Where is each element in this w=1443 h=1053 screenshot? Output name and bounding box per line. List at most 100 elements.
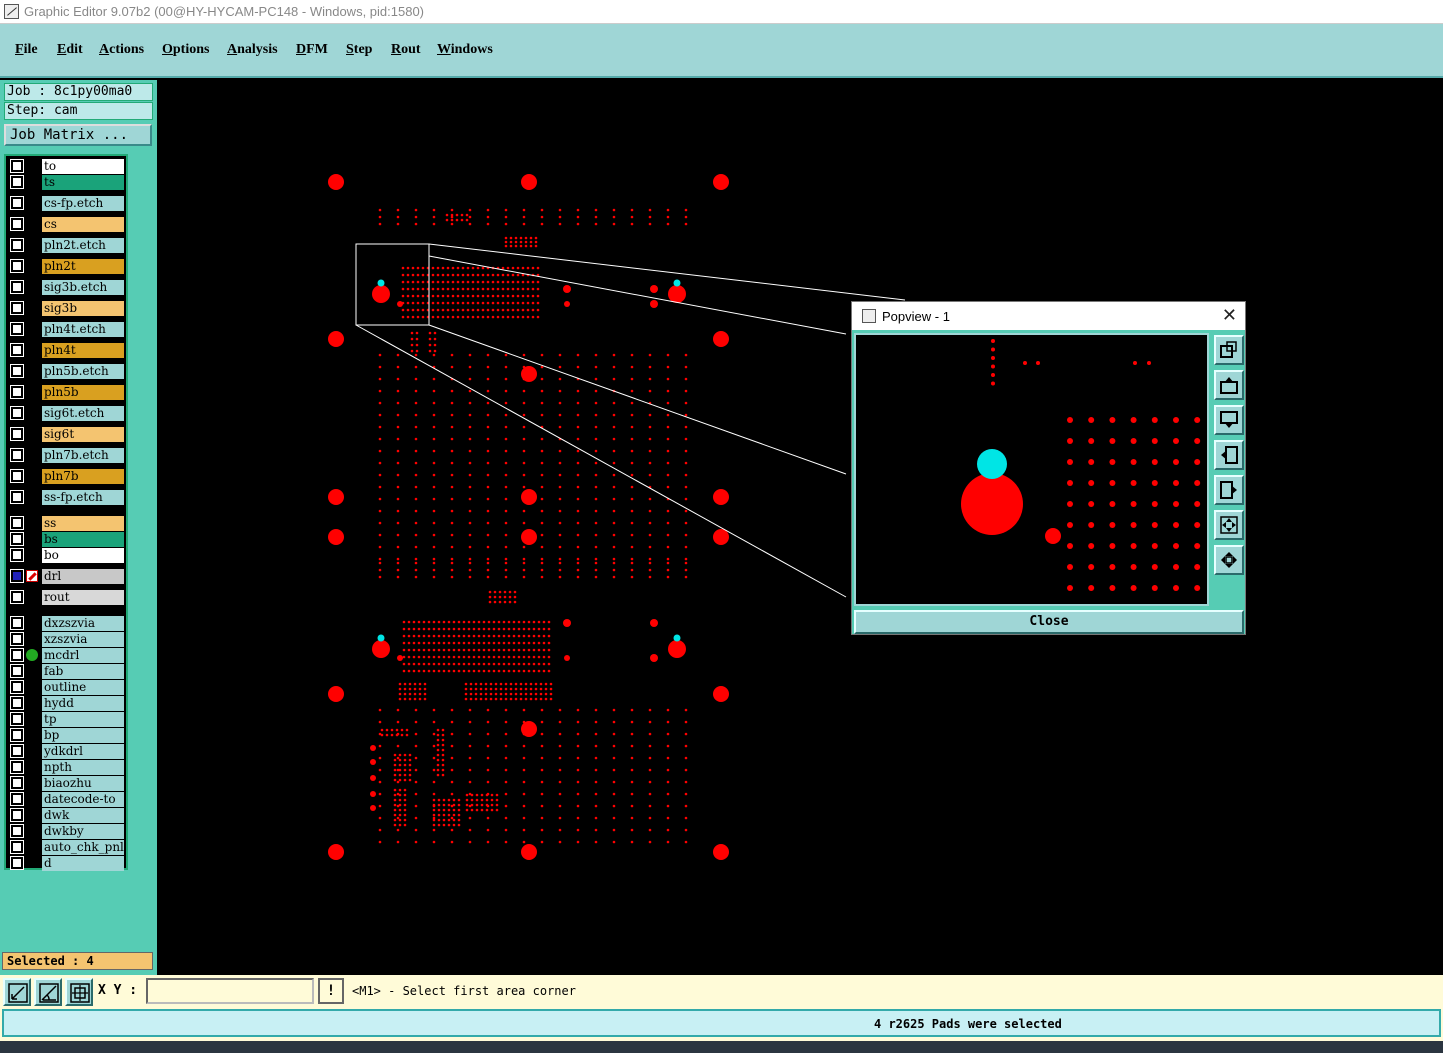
layer-row-pln7b[interactable]: pln7b xyxy=(6,469,126,484)
layer-name[interactable]: pln5b xyxy=(42,385,124,400)
layer-checkbox[interactable] xyxy=(11,302,23,314)
layer-name[interactable]: ydkdrl xyxy=(42,744,124,759)
layer-name[interactable]: auto_chk_pnl xyxy=(42,840,124,855)
layer-name[interactable]: dwkby xyxy=(42,824,124,839)
layer-name[interactable]: dxzszvia xyxy=(42,616,124,631)
layer-name[interactable]: biaozhu xyxy=(42,776,124,791)
layer-checkbox[interactable] xyxy=(11,649,23,661)
layer-checkbox[interactable] xyxy=(11,176,23,188)
layer-name[interactable]: sig3b.etch xyxy=(42,280,124,295)
layer-checkbox[interactable] xyxy=(11,260,23,272)
layer-checkbox[interactable] xyxy=(11,745,23,757)
layer-name[interactable]: sig6t xyxy=(42,427,124,442)
layer-row-rout[interactable]: rout xyxy=(6,590,126,605)
layer-row-hydd[interactable]: hydd xyxy=(6,696,126,711)
zoom-window-button[interactable] xyxy=(3,978,31,1006)
layer-row-xzszvia[interactable]: xzszvia xyxy=(6,632,126,647)
layer-checkbox[interactable] xyxy=(11,809,23,821)
layer-row-to[interactable]: to xyxy=(6,159,126,174)
layer-row-sig3b[interactable]: sig3b xyxy=(6,301,126,316)
layer-checkbox[interactable] xyxy=(11,160,23,172)
layer-name[interactable]: sig6t.etch xyxy=(42,406,124,421)
pan-up-button[interactable] xyxy=(1214,370,1244,400)
menu-dfm[interactable]: DFM xyxy=(296,42,328,58)
layer-checkbox[interactable] xyxy=(11,323,23,335)
layer-row-pln4t[interactable]: pln4t xyxy=(6,343,126,358)
layer-checkbox[interactable] xyxy=(11,570,23,582)
layer-checkbox[interactable] xyxy=(11,713,23,725)
measure-button[interactable] xyxy=(34,978,62,1006)
layer-checkbox[interactable] xyxy=(11,239,23,251)
popview-close-button[interactable]: Close xyxy=(854,610,1244,634)
layer-row-cs-fp.etch[interactable]: cs-fp.etch xyxy=(6,196,126,211)
layer-checkbox[interactable] xyxy=(11,386,23,398)
layer-row-pln5b.etch[interactable]: pln5b.etch xyxy=(6,364,126,379)
layer-row-sig6t[interactable]: sig6t xyxy=(6,427,126,442)
layer-checkbox[interactable] xyxy=(11,533,23,545)
layer-row-pln2t[interactable]: pln2t xyxy=(6,259,126,274)
layer-row-drl[interactable]: drl xyxy=(6,569,126,584)
layer-checkbox[interactable] xyxy=(11,633,23,645)
layer-row-biaozhu[interactable]: biaozhu xyxy=(6,776,126,791)
layer-checkbox[interactable] xyxy=(11,407,23,419)
bang-button[interactable]: ! xyxy=(318,978,344,1004)
layer-row-pln5b[interactable]: pln5b xyxy=(6,385,126,400)
layer-row-pln4t.etch[interactable]: pln4t.etch xyxy=(6,322,126,337)
layer-row-fab[interactable]: fab xyxy=(6,664,126,679)
board-view[interactable] xyxy=(157,80,1443,975)
menu-rout[interactable]: Rout xyxy=(391,42,421,58)
layer-name[interactable]: hydd xyxy=(42,696,124,711)
layer-name[interactable]: pln4t.etch xyxy=(42,322,124,337)
layer-checkbox[interactable] xyxy=(11,449,23,461)
layer-name[interactable]: bs xyxy=(42,532,124,547)
layer-name[interactable]: sig3b xyxy=(42,301,124,316)
layer-name[interactable]: pln7b xyxy=(42,469,124,484)
layer-row-bo[interactable]: bo xyxy=(6,548,126,563)
layer-row-cs[interactable]: cs xyxy=(6,217,126,232)
layer-row-datecode-to[interactable]: datecode-to xyxy=(6,792,126,807)
layer-checkbox[interactable] xyxy=(11,197,23,209)
layer-name[interactable]: bo xyxy=(42,548,124,563)
layer-name[interactable]: to xyxy=(42,159,124,174)
layer-row-ss-fp.etch[interactable]: ss-fp.etch xyxy=(6,490,126,505)
layer-row-sig3b.etch[interactable]: sig3b.etch xyxy=(6,280,126,295)
layer-row-pln7b.etch[interactable]: pln7b.etch xyxy=(6,448,126,463)
pan-down-button[interactable] xyxy=(1214,405,1244,435)
layer-checkbox[interactable] xyxy=(11,761,23,773)
menu-step[interactable]: Step xyxy=(346,42,372,58)
layer-row-mcdrl[interactable]: mcdrl xyxy=(6,648,126,663)
job-matrix-button[interactable]: Job Matrix ... xyxy=(4,124,152,146)
zoom-home-button[interactable] xyxy=(1214,335,1244,365)
layer-name[interactable]: d xyxy=(42,856,124,871)
layer-row-pln2t.etch[interactable]: pln2t.etch xyxy=(6,238,126,253)
layer-checkbox[interactable] xyxy=(11,365,23,377)
layer-row-dwk[interactable]: dwk xyxy=(6,808,126,823)
layer-name[interactable]: mcdrl xyxy=(42,648,124,663)
layer-checkbox[interactable] xyxy=(11,517,23,529)
layer-checkbox[interactable] xyxy=(11,777,23,789)
layer-checkbox[interactable] xyxy=(11,549,23,561)
menu-edit[interactable]: Edit xyxy=(57,42,83,58)
menu-file[interactable]: File xyxy=(15,42,38,58)
layer-checkbox[interactable] xyxy=(11,857,23,869)
layer-name[interactable]: cs-fp.etch xyxy=(42,196,124,211)
layer-name[interactable]: outline xyxy=(42,680,124,695)
layer-checkbox[interactable] xyxy=(11,617,23,629)
layer-row-npth[interactable]: npth xyxy=(6,760,126,775)
graphic-canvas[interactable] xyxy=(157,80,1443,975)
pan-left-button[interactable] xyxy=(1214,440,1244,470)
menu-actions[interactable]: Actions xyxy=(99,42,144,58)
layer-name[interactable]: drl xyxy=(42,569,124,584)
snap-grid-button[interactable] xyxy=(65,978,93,1006)
layer-name[interactable]: fab xyxy=(42,664,124,679)
layer-checkbox[interactable] xyxy=(11,218,23,230)
layer-name[interactable]: ss-fp.etch xyxy=(42,490,124,505)
zoom-in-button[interactable] xyxy=(1214,545,1244,575)
layer-name[interactable]: xzszvia xyxy=(42,632,124,647)
layer-name[interactable]: dwk xyxy=(42,808,124,823)
popview-canvas[interactable] xyxy=(854,333,1209,606)
layer-row-bs[interactable]: bs xyxy=(6,532,126,547)
layer-checkbox[interactable] xyxy=(11,344,23,356)
layer-name[interactable]: bp xyxy=(42,728,124,743)
layer-checkbox[interactable] xyxy=(11,428,23,440)
